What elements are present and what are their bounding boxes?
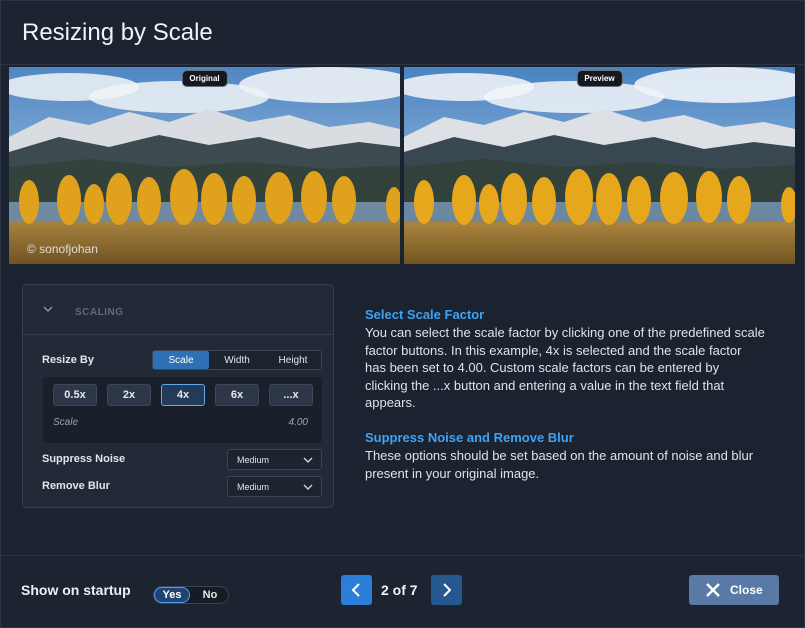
suppress-noise-label: Suppress Noise bbox=[42, 453, 126, 465]
section-label: SCALING bbox=[75, 307, 124, 318]
close-button[interactable]: Close bbox=[689, 575, 779, 605]
startup-toggle: Yes No bbox=[153, 586, 229, 604]
mode-width-button[interactable]: Width bbox=[209, 351, 265, 369]
preview-image: Preview bbox=[404, 67, 795, 264]
original-image: Original © sonofjohan bbox=[9, 67, 400, 264]
preview-label: Preview bbox=[576, 70, 623, 87]
paragraph-select-scale-factor: You can select the scale factor by click… bbox=[365, 325, 765, 410]
prev-page-button[interactable] bbox=[341, 575, 372, 605]
remove-blur-select[interactable]: Medium bbox=[227, 476, 322, 497]
page-indicator: 2 of 7 bbox=[381, 582, 418, 598]
resize-by-label: Resize By bbox=[42, 354, 94, 366]
scale-value: 4.00 bbox=[288, 417, 308, 428]
resize-mode-segmented: Scale Width Height bbox=[152, 350, 322, 370]
mode-height-button[interactable]: Height bbox=[265, 351, 321, 369]
landscape-photo bbox=[404, 67, 795, 264]
scaling-panel: SCALING Resize By Scale Width Height 0.5… bbox=[22, 284, 334, 508]
scale-0.5x-button[interactable]: 0.5x bbox=[53, 384, 97, 406]
chevron-down-icon bbox=[43, 306, 53, 313]
startup-no-option[interactable]: No bbox=[194, 587, 226, 603]
heading-suppress-noise: Suppress Noise and Remove Blur bbox=[365, 430, 574, 445]
mode-scale-button[interactable]: Scale bbox=[153, 351, 209, 369]
scale-factor-box: 0.5x 2x 4x 6x ...x Scale 4.00 bbox=[43, 377, 322, 443]
startup-yes-option[interactable]: Yes bbox=[154, 587, 190, 603]
chevron-right-icon bbox=[443, 583, 452, 597]
suppress-noise-value: Medium bbox=[237, 455, 270, 465]
show-on-startup-label: Show on startup bbox=[21, 582, 131, 598]
chevron-left-icon bbox=[351, 583, 360, 597]
scale-6x-button[interactable]: 6x bbox=[215, 384, 259, 406]
landscape-photo bbox=[9, 67, 400, 264]
original-label: Original bbox=[181, 70, 228, 87]
scaling-section-header[interactable]: SCALING bbox=[23, 285, 333, 335]
scale-2x-button[interactable]: 2x bbox=[107, 384, 151, 406]
dialog-title: Resizing by Scale bbox=[22, 19, 213, 46]
remove-blur-value: Medium bbox=[237, 482, 270, 492]
dialog-header: Resizing by Scale bbox=[1, 1, 804, 65]
watermark: © sonofjohan bbox=[27, 242, 98, 256]
heading-select-scale-factor: Select Scale Factor bbox=[365, 307, 485, 322]
close-label: Close bbox=[730, 583, 763, 597]
dialog-footer: Show on startup Yes No 2 of 7 Close bbox=[1, 555, 804, 627]
paragraph-suppress-noise: These options should be set based on the… bbox=[365, 448, 754, 481]
remove-blur-label: Remove Blur bbox=[42, 480, 110, 492]
next-page-button[interactable] bbox=[431, 575, 462, 605]
chevron-down-icon bbox=[303, 484, 313, 490]
suppress-noise-select[interactable]: Medium bbox=[227, 449, 322, 470]
scale-custom-button[interactable]: ...x bbox=[269, 384, 313, 406]
chevron-down-icon bbox=[303, 457, 313, 463]
scale-4x-button[interactable]: 4x bbox=[161, 384, 205, 406]
tutorial-dialog: Resizing by Scale Original © sonofjohan … bbox=[0, 0, 805, 628]
scale-label: Scale bbox=[53, 417, 79, 428]
x-icon bbox=[706, 583, 720, 597]
